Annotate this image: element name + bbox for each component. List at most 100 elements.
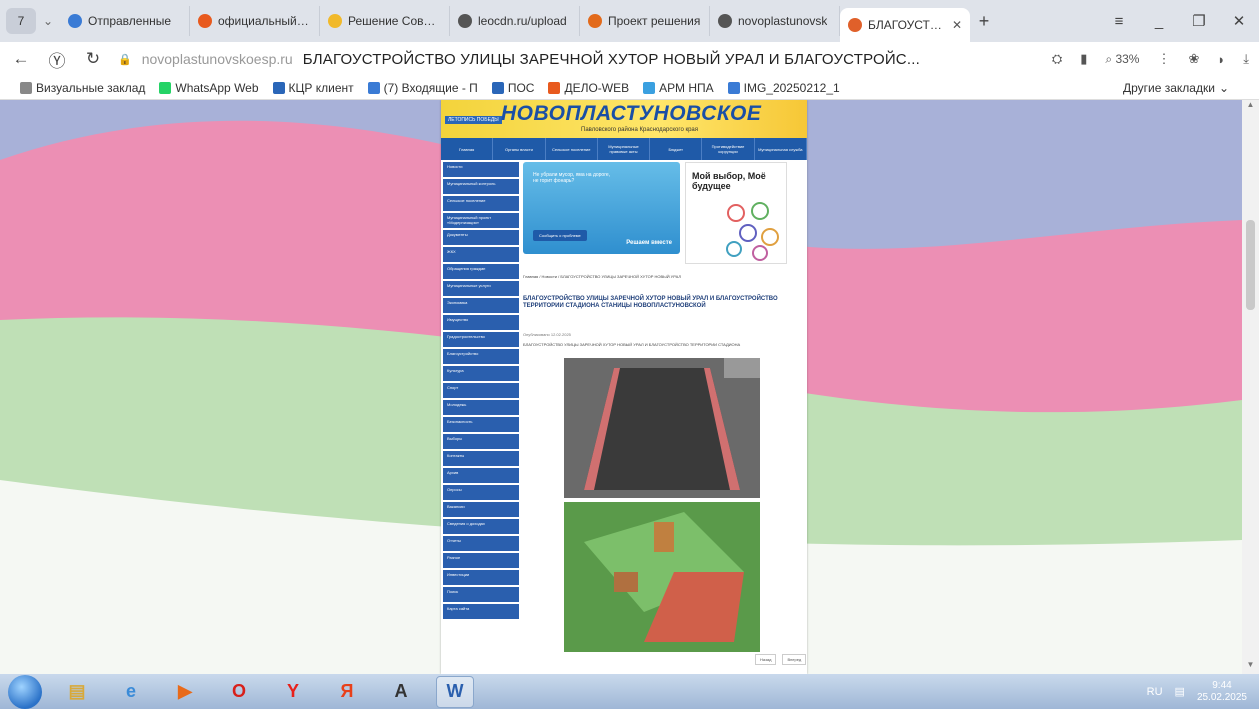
tab-3[interactable]: leocdn.ru/upload xyxy=(450,6,580,36)
scroll-down-icon[interactable]: ▼ xyxy=(1242,660,1259,674)
more-icon[interactable]: ⋮ xyxy=(1157,51,1170,67)
yandex-icon[interactable]: Я xyxy=(328,676,366,708)
bookmark-item[interactable]: IMG_20250212_1 xyxy=(727,81,840,95)
zoom-indicator[interactable]: ⌕ 33% xyxy=(1105,52,1139,67)
tab-0[interactable]: Отправленные xyxy=(60,6,190,36)
sidebar-item[interactable]: ЖКХ xyxy=(443,247,519,262)
yandex-browser-icon[interactable]: Y xyxy=(274,676,312,708)
back-icon[interactable]: ← xyxy=(10,49,32,69)
reload-icon[interactable]: ↻ xyxy=(82,49,104,69)
sidebar-item[interactable]: Инвестиции xyxy=(443,570,519,585)
bookmark-item[interactable]: WhatsApp Web xyxy=(159,80,259,95)
new-tab-button[interactable]: + xyxy=(970,11,998,32)
promo-text: Не убрали мусор, яма на дороге, не горит… xyxy=(533,172,611,184)
report-problem-button[interactable]: Сообщить о проблеме xyxy=(533,230,587,241)
bookmark-item[interactable]: Визуальные заклад xyxy=(20,81,145,95)
bookmark-label: WhatsApp Web xyxy=(175,80,259,95)
sidebar-item[interactable]: Молодежь xyxy=(443,400,519,415)
prev-button[interactable]: Назад xyxy=(755,654,777,665)
bookmark-item[interactable]: ДЕЛО-WEB xyxy=(548,81,629,95)
sidebar-item[interactable]: Поиск xyxy=(443,587,519,602)
sidebar-item[interactable]: Градостроительство xyxy=(443,332,519,347)
sidebar-item[interactable]: Культура xyxy=(443,366,519,381)
scroll-thumb[interactable] xyxy=(1246,220,1255,310)
tab-2[interactable]: Решение Совета xyxy=(320,6,450,36)
next-button[interactable]: Вперед xyxy=(782,654,807,665)
close-tab-icon[interactable]: ✕ xyxy=(952,18,962,32)
opera-icon[interactable]: O xyxy=(220,676,258,708)
sidebar-item[interactable]: Благоустройство xyxy=(443,349,519,364)
tab-count-button[interactable]: 7 xyxy=(6,8,36,34)
promo-banner-problem[interactable]: Не убрали мусор, яма на дороге, не горит… xyxy=(523,162,680,254)
sidebar-item[interactable]: Муниципальный проект «Модернизация» xyxy=(443,213,519,228)
media-icon[interactable]: ▶ xyxy=(166,676,204,708)
bookmark-icon[interactable]: ▮ xyxy=(1080,51,1087,67)
protect-icon[interactable]: ◗ xyxy=(1217,52,1225,67)
tab-1[interactable]: официальный са xyxy=(190,6,320,36)
minimize-button[interactable]: _ xyxy=(1139,0,1179,42)
sidebar-item[interactable]: Безопасность xyxy=(443,417,519,432)
translate-icon[interactable]: ⛭ xyxy=(1052,51,1062,67)
site-nav-item[interactable]: Органы власти xyxy=(493,138,546,160)
extension-icon[interactable]: ❀ xyxy=(1188,51,1199,67)
site-nav-item[interactable]: Противодействие коррупции xyxy=(702,138,755,160)
close-button[interactable]: ✕ xyxy=(1219,0,1259,42)
bookmark-item[interactable]: КЦР клиент xyxy=(272,81,354,95)
sidebar-item[interactable]: Выборы xyxy=(443,434,519,449)
sidebar-item[interactable]: Муниципальные услуги xyxy=(443,281,519,296)
tab-6[interactable]: БЛАГОУСТРО ✕ xyxy=(840,8,970,42)
tab-4[interactable]: Проект решения xyxy=(580,6,710,36)
sidebar-item[interactable]: Муниципальный контроль xyxy=(443,179,519,194)
bookmark-item[interactable]: ПОС xyxy=(491,81,534,95)
language-indicator[interactable]: RU xyxy=(1147,686,1163,698)
ie-icon[interactable]: e xyxy=(112,676,150,708)
download-icon[interactable]: ⤓ xyxy=(1243,51,1249,67)
promo-banner-choice[interactable]: Мой выбор, Моё будущее xyxy=(685,162,787,264)
site-logo[interactable]: НОВОПЛАСТУНОВСКОЕ xyxy=(501,102,761,126)
sidebar-item[interactable]: Спорт xyxy=(443,383,519,398)
bookmark-item[interactable]: АРМ НПА xyxy=(643,81,714,95)
site-nav-item[interactable]: Сельское поселение xyxy=(546,138,598,160)
start-button[interactable] xyxy=(8,674,42,709)
scroll-up-icon[interactable]: ▲ xyxy=(1242,100,1259,114)
sidebar-item[interactable]: Новости xyxy=(443,162,519,177)
sidebar-item[interactable]: Разное xyxy=(443,553,519,568)
menu-icon[interactable]: ≡ xyxy=(1099,0,1139,42)
restore-button[interactable]: ❐ xyxy=(1179,0,1219,42)
stadium-render-image[interactable] xyxy=(564,358,760,498)
sidebar-item[interactable]: Сведения о доходах xyxy=(443,519,519,534)
site-nav-item[interactable]: Бюджет xyxy=(650,138,703,160)
app-a-icon[interactable]: A xyxy=(382,676,420,708)
sidebar-item[interactable]: Вакансии xyxy=(443,502,519,517)
sidebar-item[interactable]: Экономика xyxy=(443,298,519,313)
chevron-down-icon[interactable]: ⌄ xyxy=(36,14,60,28)
sidebar-item[interactable]: Отчеты xyxy=(443,536,519,551)
network-icon[interactable]: ▤ xyxy=(1175,685,1185,698)
sidebar-item[interactable]: Карта сайта xyxy=(443,604,519,619)
bookmark-label: АРМ НПА xyxy=(659,80,714,95)
site-nav-item[interactable]: Муниципальная служба xyxy=(755,138,807,160)
tab-5[interactable]: novoplastunovsk xyxy=(710,6,840,36)
sidebar-item[interactable]: Сельское поселение xyxy=(443,196,519,211)
sidebar-item[interactable]: Контакты xyxy=(443,451,519,466)
explorer-icon[interactable]: ▤ xyxy=(58,676,96,708)
sidebar-item[interactable]: Архив xyxy=(443,468,519,483)
word-icon[interactable]: W xyxy=(436,675,474,708)
lock-icon[interactable]: 🔒 xyxy=(118,53,132,66)
playground-render-image[interactable] xyxy=(564,502,760,652)
url-field[interactable]: 🔒 novoplastunovskoesp.ru БЛАГОУСТРОЙСТВО… xyxy=(118,51,1038,68)
site-nav-item[interactable]: Муниципальные правовые акты xyxy=(598,138,651,160)
tabs: Отправленные официальный са Решение Совета… xyxy=(60,0,970,42)
sidebar-item[interactable]: Документы xyxy=(443,230,519,245)
other-bookmarks[interactable]: Другие закладки ⌄ xyxy=(1123,81,1229,95)
breadcrumb[interactable]: Главная / Новости / БЛАГОУСТРОЙСТВО УЛИЦ… xyxy=(523,274,803,279)
sidebar-item[interactable]: Опросы xyxy=(443,485,519,500)
yandex-icon[interactable]: Ⓨ xyxy=(46,47,68,72)
clock[interactable]: 9:44 25.02.2025 xyxy=(1197,680,1247,704)
bookmark-item[interactable]: (7) Входящие - П xyxy=(367,81,478,95)
page-scrollbar[interactable]: ▲ ▼ xyxy=(1242,100,1259,674)
hexagon-icons xyxy=(726,202,779,261)
sidebar-item[interactable]: Имущество xyxy=(443,315,519,330)
site-nav-item[interactable]: Главная xyxy=(441,138,494,160)
sidebar-item[interactable]: Обращения граждан xyxy=(443,264,519,279)
